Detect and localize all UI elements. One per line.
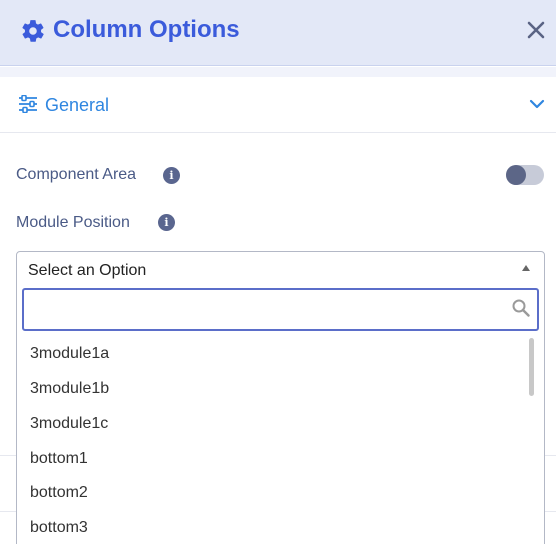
component-area-label: Component Area (16, 166, 137, 183)
select-option[interactable]: 3module1b (30, 379, 109, 399)
caret-up-icon[interactable] (522, 265, 530, 271)
select-option[interactable]: bottom2 (30, 483, 88, 503)
info-icon[interactable]: i (163, 167, 180, 184)
options-scrollbar[interactable] (529, 338, 534, 396)
close-icon[interactable] (526, 19, 546, 41)
sliders-icon (19, 95, 37, 113)
info-icon[interactable]: i (158, 214, 175, 231)
section-general-toggle[interactable]: General (0, 77, 556, 133)
select-option[interactable]: 3module1c (30, 414, 108, 434)
panel-title: Column Options (53, 16, 240, 43)
select-search-input[interactable] (30, 294, 500, 324)
search-icon (512, 299, 530, 317)
column-options-panel: Column Options General Component Area i … (0, 0, 556, 544)
select-search-box[interactable] (22, 288, 539, 331)
component-area-toggle[interactable] (506, 165, 544, 185)
header-divider-strip (0, 67, 556, 77)
gear-icon (22, 20, 44, 42)
select-option[interactable]: 3module1a (30, 344, 109, 364)
module-position-select[interactable]: Select an Option 3module1a 3module1b 3mo… (16, 251, 545, 544)
module-position-label: Module Position (16, 214, 130, 231)
chevron-down-icon[interactable] (529, 98, 545, 110)
toggle-knob (506, 165, 526, 185)
select-option[interactable]: bottom3 (30, 518, 88, 538)
select-current-value: Select an Option (28, 262, 147, 279)
panel-header: Column Options (0, 0, 556, 66)
section-general-label: General (45, 95, 110, 115)
select-option[interactable]: bottom1 (30, 449, 88, 469)
